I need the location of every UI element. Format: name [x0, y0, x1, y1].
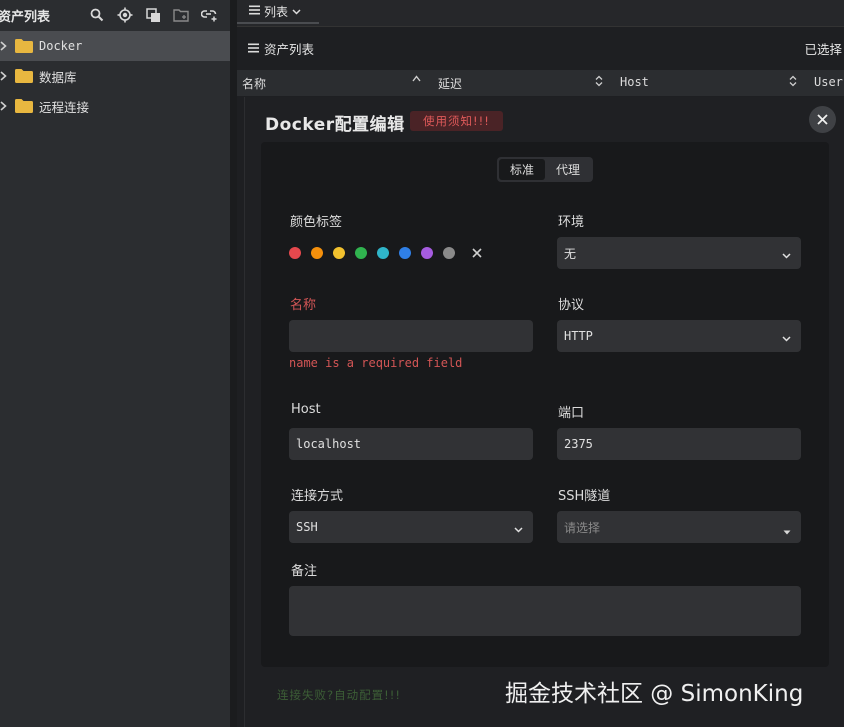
- link-add-icon[interactable]: [200, 6, 218, 24]
- folder-icon: [15, 99, 33, 113]
- connection-mode-select[interactable]: SSH: [289, 511, 533, 543]
- column-header-latency[interactable]: 延迟: [438, 75, 462, 92]
- splitter[interactable]: [230, 0, 237, 727]
- chevron-down-icon: [782, 248, 791, 262]
- color-tag-dot[interactable]: [311, 247, 323, 259]
- chevron-right-icon[interactable]: [0, 41, 10, 51]
- locate-icon[interactable]: [116, 6, 134, 24]
- ssh-tunnel-label: SSH隧道: [558, 489, 611, 504]
- sidebar-header: 资产列表: [0, 0, 230, 30]
- folder-icon: [15, 69, 33, 83]
- sort-icon[interactable]: [789, 75, 797, 90]
- tree-item-label: 数据库: [39, 69, 77, 85]
- list-icon: [249, 4, 260, 18]
- color-tag-dot[interactable]: [333, 247, 345, 259]
- usage-notice-badge[interactable]: 使用须知!!!: [410, 111, 503, 131]
- folder-icon: [15, 39, 33, 53]
- chevron-down-icon: [782, 331, 791, 345]
- tree-item-label: 远程连接: [39, 99, 90, 115]
- connection-mode-value: SSH: [296, 520, 318, 534]
- ssh-tunnel-placeholder: 请选择: [564, 520, 601, 535]
- list-title: 资产列表: [264, 42, 315, 57]
- sort-asc-icon[interactable]: [412, 74, 421, 85]
- port-value: 2375: [564, 437, 593, 451]
- chevron-down-icon: [514, 522, 523, 536]
- mode-toggle: 标准 代理: [497, 157, 593, 182]
- column-header-host[interactable]: Host: [620, 75, 649, 89]
- list-header: 资产列表 已选择: [237, 27, 844, 70]
- remark-textarea[interactable]: [289, 586, 801, 636]
- color-tag-picker: [289, 247, 455, 259]
- protocol-value: HTTP: [564, 329, 593, 343]
- port-input[interactable]: 2375: [557, 428, 801, 460]
- tree-item-label: Docker: [39, 39, 83, 53]
- protocol-label: 协议: [558, 298, 585, 313]
- host-value: localhost: [296, 437, 362, 451]
- env-value: 无: [564, 246, 577, 261]
- tree-item-remote[interactable]: 远程连接: [0, 91, 230, 121]
- tab-standard[interactable]: 标准: [499, 159, 545, 180]
- tab-bar: 列表: [237, 0, 844, 27]
- dialog-title: Docker配置编辑: [265, 115, 405, 135]
- name-input[interactable]: [289, 320, 533, 352]
- selected-count-label: 已选择: [804, 42, 842, 57]
- env-select[interactable]: 无: [557, 237, 801, 269]
- tree-item-database[interactable]: 数据库: [0, 61, 230, 91]
- asset-sidebar: 资产列表 Docker 数据库 远程连接: [0, 0, 230, 727]
- close-button[interactable]: [809, 106, 836, 133]
- host-label: Host: [291, 402, 321, 417]
- chevron-right-icon[interactable]: [0, 101, 10, 111]
- tab-label: 列表: [264, 4, 289, 19]
- ssh-tunnel-select[interactable]: 请选择: [557, 511, 801, 543]
- search-icon[interactable]: [88, 6, 106, 24]
- remark-label: 备注: [291, 564, 318, 579]
- protocol-select[interactable]: HTTP: [557, 320, 801, 352]
- color-tag-dot[interactable]: [377, 247, 389, 259]
- dialog-form: 标准 代理 颜色标签 环境 无 名称 name is a required fi…: [261, 142, 829, 667]
- column-header-user[interactable]: User: [814, 75, 843, 89]
- list-icon: [248, 41, 259, 56]
- host-input[interactable]: localhost: [289, 428, 533, 460]
- column-header-name[interactable]: 名称: [242, 75, 266, 92]
- color-tag-dot[interactable]: [443, 247, 455, 259]
- color-tag-dot[interactable]: [289, 247, 301, 259]
- color-tag-dot[interactable]: [355, 247, 367, 259]
- tree-item-docker[interactable]: Docker: [0, 31, 230, 61]
- sidebar-title: 资产列表: [0, 9, 51, 25]
- color-tag-label: 颜色标签: [290, 215, 343, 230]
- auto-config-link[interactable]: 连接失败?自动配置!!!: [277, 687, 401, 703]
- env-label: 环境: [558, 215, 585, 230]
- color-tag-dot[interactable]: [421, 247, 433, 259]
- color-tag-dot[interactable]: [399, 247, 411, 259]
- docker-config-dialog: Docker配置编辑 使用须知!!! 标准 代理 颜色标签 环境 无 名称 na…: [244, 97, 844, 727]
- watermark: 掘金技术社区 @ SimonKing: [505, 681, 804, 707]
- folder-add-icon[interactable]: [172, 6, 190, 24]
- tab-proxy[interactable]: 代理: [545, 159, 591, 180]
- close-icon: [817, 114, 828, 125]
- name-label: 名称: [290, 298, 317, 313]
- name-error-message: name is a required field: [289, 356, 463, 370]
- table-header: 名称 延迟 Host User: [237, 70, 844, 96]
- copy-icon[interactable]: [144, 6, 162, 24]
- chevron-down-icon: [292, 4, 301, 18]
- tab-list[interactable]: 列表: [237, 0, 319, 24]
- clear-color-icon[interactable]: [471, 247, 483, 263]
- sort-icon[interactable]: [595, 75, 603, 90]
- caret-down-icon: [783, 524, 791, 538]
- port-label: 端口: [558, 406, 585, 421]
- chevron-right-icon[interactable]: [0, 71, 10, 81]
- connection-mode-label: 连接方式: [291, 489, 344, 504]
